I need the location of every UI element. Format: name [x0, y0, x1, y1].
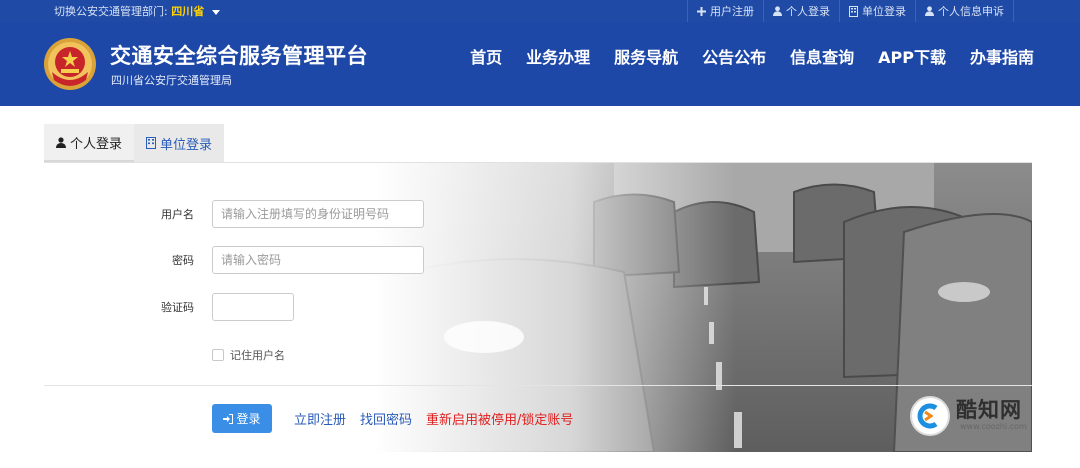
- password-row: 密码: [44, 246, 464, 274]
- nav-item-service-guide[interactable]: 服务导航: [614, 44, 678, 72]
- platform-title[interactable]: 交通安全综合服务管理平台: [110, 40, 368, 70]
- nav-item-business[interactable]: 业务办理: [526, 44, 590, 72]
- form-divider: [44, 385, 1032, 386]
- building-icon: [849, 5, 858, 17]
- user-icon: [56, 136, 66, 148]
- tab-personal-login[interactable]: 个人登录: [44, 124, 135, 162]
- nav-item-app-download[interactable]: APP下载: [878, 44, 946, 72]
- platform-subtitle: 四川省公安厅交通管理局: [111, 74, 232, 87]
- building-icon: [146, 137, 157, 149]
- password-label: 密码: [172, 254, 194, 267]
- remember-username[interactable]: 记住用户名: [212, 347, 285, 363]
- password-input[interactable]: [212, 246, 424, 274]
- caret-down-icon[interactable]: [211, 9, 220, 15]
- recover-password-link[interactable]: 找回密码: [360, 409, 412, 428]
- top-links: 用户注册 个人登录 单位登录 个人信息申诉: [687, 0, 1014, 22]
- watermark-url: www.coozhi.com: [960, 422, 1027, 431]
- tab-divider: [44, 162, 1032, 163]
- register-link[interactable]: 立即注册: [294, 409, 346, 428]
- username-label: 用户名: [161, 208, 194, 221]
- login-panel: 个人登录 单位登录 用户名 密码 验证码 记住用户名 登录 立即注册 找回密码 …: [44, 124, 1032, 460]
- login-tabs: 个人登录 单位登录: [44, 124, 225, 162]
- captcha-row: 验证码: [44, 293, 464, 321]
- tab-unit-login[interactable]: 单位登录: [134, 124, 225, 162]
- department-label: 切换公安交通管理部门:: [54, 5, 168, 18]
- nav-item-announcements[interactable]: 公告公布: [702, 44, 766, 72]
- nav-item-info-query[interactable]: 信息查询: [790, 44, 854, 72]
- login-actions: 登录 立即注册 找回密码 重新启用被停用/锁定账号: [212, 404, 573, 433]
- nav-item-guide[interactable]: 办事指南: [970, 44, 1034, 72]
- top-bar: 切换公安交通管理部门: 四川省 用户注册 个人登录 单位登录 个人信息申诉: [0, 0, 1080, 22]
- username-row: 用户名: [44, 200, 464, 228]
- username-input[interactable]: [212, 200, 424, 228]
- department-switcher[interactable]: 切换公安交通管理部门: 四川省: [54, 3, 220, 19]
- captcha-label: 验证码: [161, 301, 194, 314]
- coozhi-logo-icon: [910, 396, 950, 436]
- top-link-register[interactable]: 用户注册: [687, 0, 763, 22]
- remember-checkbox[interactable]: [212, 349, 224, 361]
- plus-icon: [697, 6, 706, 16]
- watermark-name: 酷知网: [956, 398, 1022, 422]
- login-button[interactable]: 登录: [212, 404, 272, 433]
- top-link-appeal[interactable]: 个人信息申诉: [915, 0, 1014, 22]
- sign-in-icon: [223, 413, 234, 424]
- nav-item-home[interactable]: 首页: [470, 44, 502, 72]
- user-icon: [925, 6, 934, 16]
- site-header: 交通安全综合服务管理平台 四川省公安厅交通管理局 首页 业务办理 服务导航 公告…: [0, 22, 1080, 106]
- top-link-unit-login[interactable]: 单位登录: [839, 0, 915, 22]
- police-emblem-icon[interactable]: [42, 36, 98, 92]
- remember-label: 记住用户名: [230, 349, 285, 362]
- user-icon: [773, 6, 782, 16]
- site-watermark: 酷知网 www.coozhi.com: [904, 388, 1064, 444]
- department-value[interactable]: 四川省: [171, 5, 204, 18]
- captcha-input[interactable]: [212, 293, 294, 321]
- top-link-personal-login[interactable]: 个人登录: [763, 0, 839, 22]
- reactivate-account-link[interactable]: 重新启用被停用/锁定账号: [426, 409, 573, 428]
- main-nav: 首页 业务办理 服务导航 公告公布 信息查询 APP下载 办事指南: [470, 44, 1034, 72]
